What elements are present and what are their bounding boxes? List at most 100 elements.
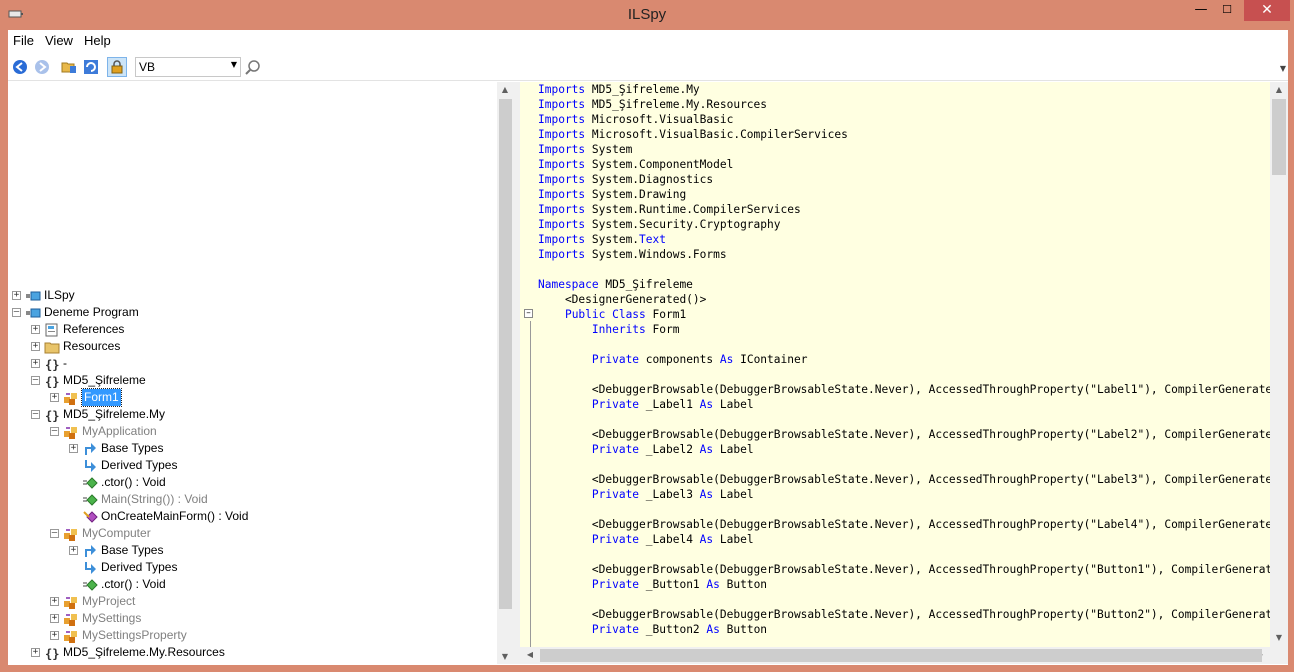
svg-text:{}: {} <box>45 409 59 423</box>
collapse-toggle[interactable]: – <box>12 308 21 317</box>
code-text: MD5_Şifreleme <box>598 278 693 291</box>
code-line: <DebuggerBrowsable(DebuggerBrowsableStat… <box>538 517 1270 532</box>
collapse-toggle[interactable]: – <box>31 376 40 385</box>
show-internal-toggle[interactable] <box>107 57 127 77</box>
expand-toggle[interactable]: + <box>31 325 40 334</box>
expand-toggle[interactable]: + <box>31 359 40 368</box>
tree-node-label: Deneme Program <box>44 305 139 319</box>
code-text: <DebuggerBrowsable(DebuggerBrowsableStat… <box>538 428 1270 441</box>
tree-node-references[interactable]: + References <box>8 321 497 338</box>
tree-node-deneme-program[interactable]: – Deneme Program <box>8 304 497 321</box>
window-title: ILSpy <box>627 6 667 23</box>
collapse-toggle[interactable]: – <box>31 410 40 419</box>
toolbar-overflow-icon[interactable]: ▼ <box>1280 64 1286 73</box>
fold-toggle[interactable]: – <box>524 309 533 318</box>
tree-node-label: Form1 <box>81 388 122 407</box>
code-line: Private _Button1 As Button <box>538 577 1270 592</box>
menu-file[interactable]: File <box>13 33 34 48</box>
expand-toggle[interactable]: + <box>50 631 59 640</box>
tree-node-ns-md5-my[interactable]: –{} MD5_Şifreleme.My <box>8 406 497 423</box>
chevron-down-icon: ▼ <box>230 60 237 69</box>
tree-node-ns-md5-my-resources[interactable]: + {} MD5_Şifreleme.My.Resources <box>8 644 497 661</box>
tree-node-form1[interactable]: + Form1 <box>8 388 497 407</box>
code-keyword: As <box>706 578 720 591</box>
search-icon[interactable] <box>245 59 261 75</box>
collapse-toggle[interactable]: – <box>50 529 59 538</box>
code-text: System.Security.Cryptography <box>585 218 781 231</box>
expand-toggle[interactable]: + <box>50 393 59 402</box>
scroll-down-icon[interactable]: ▼ <box>1272 633 1286 642</box>
code-text: _Label2 <box>639 443 700 456</box>
expand-toggle[interactable]: + <box>69 444 78 453</box>
code-vertical-scroll-thumb[interactable] <box>1272 99 1286 175</box>
forward-icon[interactable] <box>34 59 50 75</box>
expand-toggle[interactable]: + <box>31 648 40 657</box>
code-line: Imports System.ComponentModel <box>538 157 1270 172</box>
code-horizontal-scroll-thumb[interactable] <box>540 649 1262 662</box>
code-text: components <box>639 353 720 366</box>
open-folder-icon[interactable] <box>61 59 77 75</box>
svg-text:{}: {} <box>45 358 59 372</box>
tree-node-derived-types-1[interactable]: Derived Types <box>8 457 497 474</box>
tree-node-base-types-1[interactable]: + Base Types <box>8 440 497 457</box>
scroll-up-icon[interactable]: ▲ <box>1272 85 1286 94</box>
class-icon <box>64 529 77 541</box>
scroll-left-icon[interactable]: ◀ <box>523 650 537 659</box>
maximize-button[interactable]: ☐ <box>1214 0 1240 21</box>
tree-vertical-scrollbar[interactable]: ▲ ▼ <box>497 82 514 664</box>
code-line: Imports System.Diagnostics <box>538 172 1270 187</box>
expand-toggle[interactable]: + <box>50 597 59 606</box>
tree-node-ctor-2[interactable]: .ctor() : Void <box>8 576 497 593</box>
code-text: System. <box>585 233 640 246</box>
refresh-icon[interactable] <box>83 59 99 75</box>
tree-node-label: Main(String()) : Void <box>101 492 208 506</box>
tree-node-label: MD5_Şifreleme.My.Resources <box>63 645 225 659</box>
close-button[interactable]: ✕ <box>1244 0 1290 21</box>
tree-node-ctor-1[interactable]: .ctor() : Void <box>8 474 497 491</box>
class-icon <box>64 631 77 643</box>
scroll-up-icon[interactable]: ▲ <box>498 85 512 94</box>
tree-node-ilspy[interactable]: + ILSpy <box>8 287 497 304</box>
base-types-icon <box>85 443 96 455</box>
tree-node-label: Derived Types <box>101 560 178 574</box>
assembly-tree[interactable]: + ILSpy – Deneme Program + References + Resourc… <box>8 82 514 664</box>
tree-node-myproject[interactable]: + MyProject <box>8 593 497 610</box>
code-keyword: Imports <box>538 248 586 261</box>
tree-node-main[interactable]: Main(String()) : Void <box>8 491 497 508</box>
language-select[interactable]: VB ▼ <box>135 57 241 77</box>
namespace-icon: {} <box>45 358 59 372</box>
menu-help[interactable]: Help <box>84 33 111 48</box>
language-select-value: VB <box>139 60 156 74</box>
tree-node-derived-types-2[interactable]: Derived Types <box>8 559 497 576</box>
code-text: MD5_Şifreleme.My.Resources <box>585 98 768 111</box>
tree-node-ns-md5[interactable]: –{} MD5_Şifreleme <box>8 372 497 389</box>
tree-node-oncreatemainform[interactable]: OnCreateMainForm() : Void <box>8 508 497 525</box>
class-icon <box>64 614 77 626</box>
expand-toggle[interactable]: + <box>31 342 40 351</box>
tree-node-base-types-2[interactable]: + Base Types <box>8 542 497 559</box>
tree-node-mysettingsproperty[interactable]: + MySettingsProperty <box>8 627 497 644</box>
tree-scroll-thumb[interactable] <box>499 99 512 609</box>
expand-toggle[interactable]: + <box>12 291 21 300</box>
minimize-button[interactable]: — <box>1188 0 1214 21</box>
code-keyword: Private <box>591 488 640 501</box>
tree-node-ns-empty[interactable]: + {} - <box>8 355 497 372</box>
tree-node-mysettings[interactable]: + MySettings <box>8 610 497 627</box>
back-icon[interactable] <box>12 59 28 75</box>
menu-view[interactable]: View <box>45 33 73 48</box>
tree-node-myapplication[interactable]: – MyApplication <box>8 423 497 440</box>
scroll-down-icon[interactable]: ▼ <box>498 652 512 661</box>
tree-node-mycomputer[interactable]: – MyComputer <box>8 525 497 542</box>
code-line: Private components As IContainer <box>538 352 1270 367</box>
fold-guide <box>530 321 531 647</box>
tree-node-resources[interactable]: + Resources <box>8 338 497 355</box>
expand-toggle[interactable]: + <box>69 546 78 555</box>
expand-toggle[interactable]: + <box>50 614 59 623</box>
collapse-toggle[interactable]: – <box>50 427 59 436</box>
code-line: Private _Label4 As Label <box>538 532 1270 547</box>
